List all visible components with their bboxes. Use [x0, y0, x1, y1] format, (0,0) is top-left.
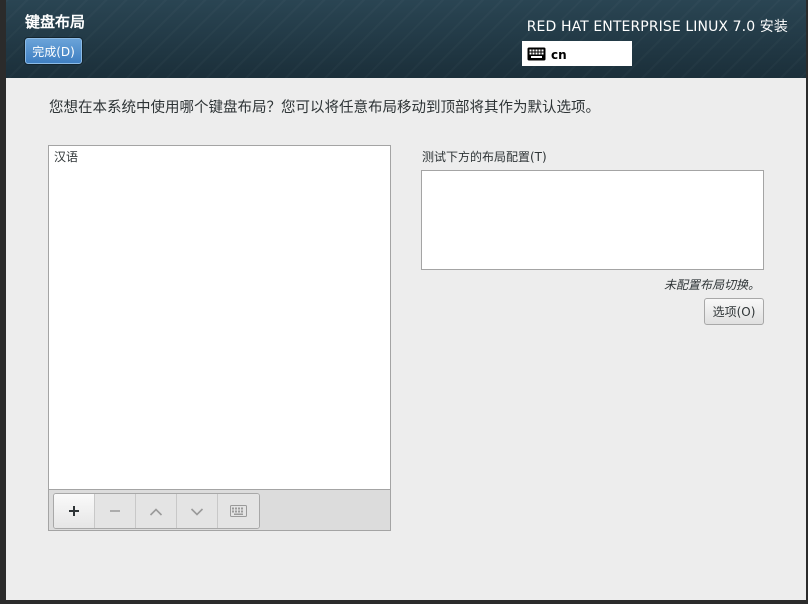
- remove-layout-button[interactable]: [95, 494, 136, 528]
- done-button[interactable]: 完成(D): [25, 38, 82, 64]
- layout-toolbar: [48, 489, 391, 531]
- add-layout-button[interactable]: [54, 494, 95, 528]
- layout-list[interactable]: 汉语: [48, 145, 391, 490]
- remove-icon: [109, 502, 121, 521]
- chevron-up-icon: [149, 502, 163, 521]
- test-layout-input[interactable]: [421, 170, 764, 270]
- keyboard-icon: [230, 502, 247, 521]
- list-item[interactable]: 汉语: [49, 146, 390, 169]
- preview-layout-button[interactable]: [218, 494, 259, 528]
- keyboard-icon: [527, 47, 546, 61]
- layout-switch-note: 未配置布局切换。: [663, 278, 760, 292]
- move-up-button[interactable]: [136, 494, 177, 528]
- page-title: 键盘布局: [25, 13, 86, 31]
- header-bar: 键盘布局 完成(D) RED HAT ENTERPRISE LINUX 7.0 …: [6, 0, 806, 78]
- layout-prompt: 您想在本系统中使用哪个键盘布局？您可以将任意布局移动到顶部将其作为默认选项。: [49, 100, 600, 116]
- test-layout-label: 测试下方的布局配置(T): [422, 150, 547, 164]
- chevron-down-icon: [190, 502, 204, 521]
- layout-toolbar-buttons: [53, 493, 260, 529]
- installer-window: 键盘布局 完成(D) RED HAT ENTERPRISE LINUX 7.0 …: [6, 0, 806, 600]
- options-button[interactable]: 选项(O): [704, 298, 764, 325]
- add-icon: [68, 502, 80, 521]
- keyboard-layout-indicator[interactable]: cn: [522, 41, 632, 66]
- move-down-button[interactable]: [177, 494, 218, 528]
- product-title: RED HAT ENTERPRISE LINUX 7.0 安装: [526, 19, 788, 35]
- layout-indicator-text: cn: [551, 47, 567, 62]
